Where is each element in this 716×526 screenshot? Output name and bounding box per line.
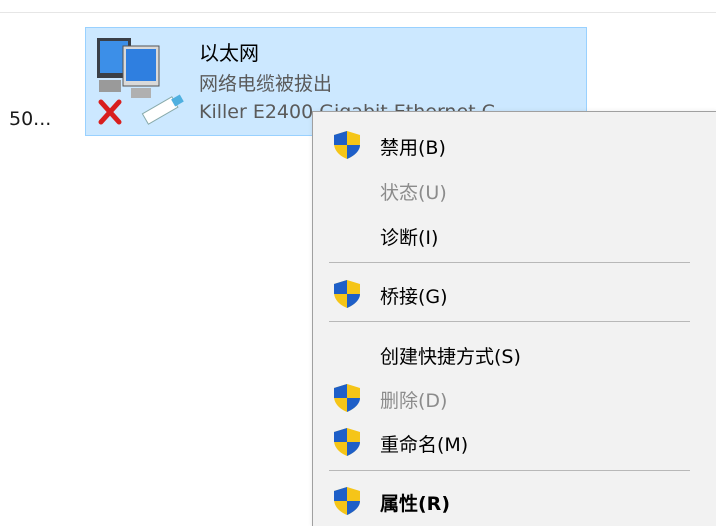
- menu-item-status[interactable]: 状态(U): [313, 169, 716, 209]
- menu-item-create-shortcut[interactable]: 创建快捷方式(S): [313, 333, 716, 373]
- uac-shield-icon: [334, 428, 360, 456]
- uac-shield-icon: [334, 487, 360, 515]
- menu-item-rename[interactable]: 重命名(M): [313, 421, 716, 461]
- menu-item-disable[interactable]: 禁用(B): [313, 124, 716, 164]
- menu-item-bridge[interactable]: 桥接(G): [313, 273, 716, 313]
- truncated-adapter-label: 50...: [9, 108, 52, 130]
- context-menu: 禁用(B) 状态(U) 诊断(I) 桥接(G) 创建快捷方式(S) 删除(D): [312, 111, 716, 526]
- adapter-status: 网络电缆被拔出: [199, 73, 333, 95]
- menu-separator: [329, 262, 690, 263]
- menu-item-label: 属性(R): [380, 493, 450, 515]
- menu-item-label: 状态(U): [380, 182, 447, 204]
- menu-item-label: 桥接(G): [380, 286, 448, 308]
- menu-separator: [329, 321, 690, 322]
- menu-item-label: 禁用(B): [380, 137, 446, 159]
- network-adapter-disconnected-icon: [97, 38, 184, 125]
- menu-item-properties[interactable]: 属性(R): [313, 480, 716, 520]
- top-divider: [0, 12, 716, 13]
- uac-shield-icon: [334, 131, 360, 159]
- menu-item-label: 重命名(M): [380, 434, 469, 456]
- menu-item-label: 删除(D): [380, 390, 448, 412]
- menu-item-diagnose[interactable]: 诊断(I): [313, 214, 716, 254]
- menu-item-label: 创建快捷方式(S): [380, 346, 521, 368]
- menu-item-delete[interactable]: 删除(D): [313, 377, 716, 417]
- adapter-name: 以太网: [199, 41, 259, 65]
- uac-shield-icon: [334, 384, 360, 412]
- menu-separator: [329, 470, 690, 471]
- menu-item-label: 诊断(I): [380, 227, 439, 249]
- uac-shield-icon: [334, 280, 360, 308]
